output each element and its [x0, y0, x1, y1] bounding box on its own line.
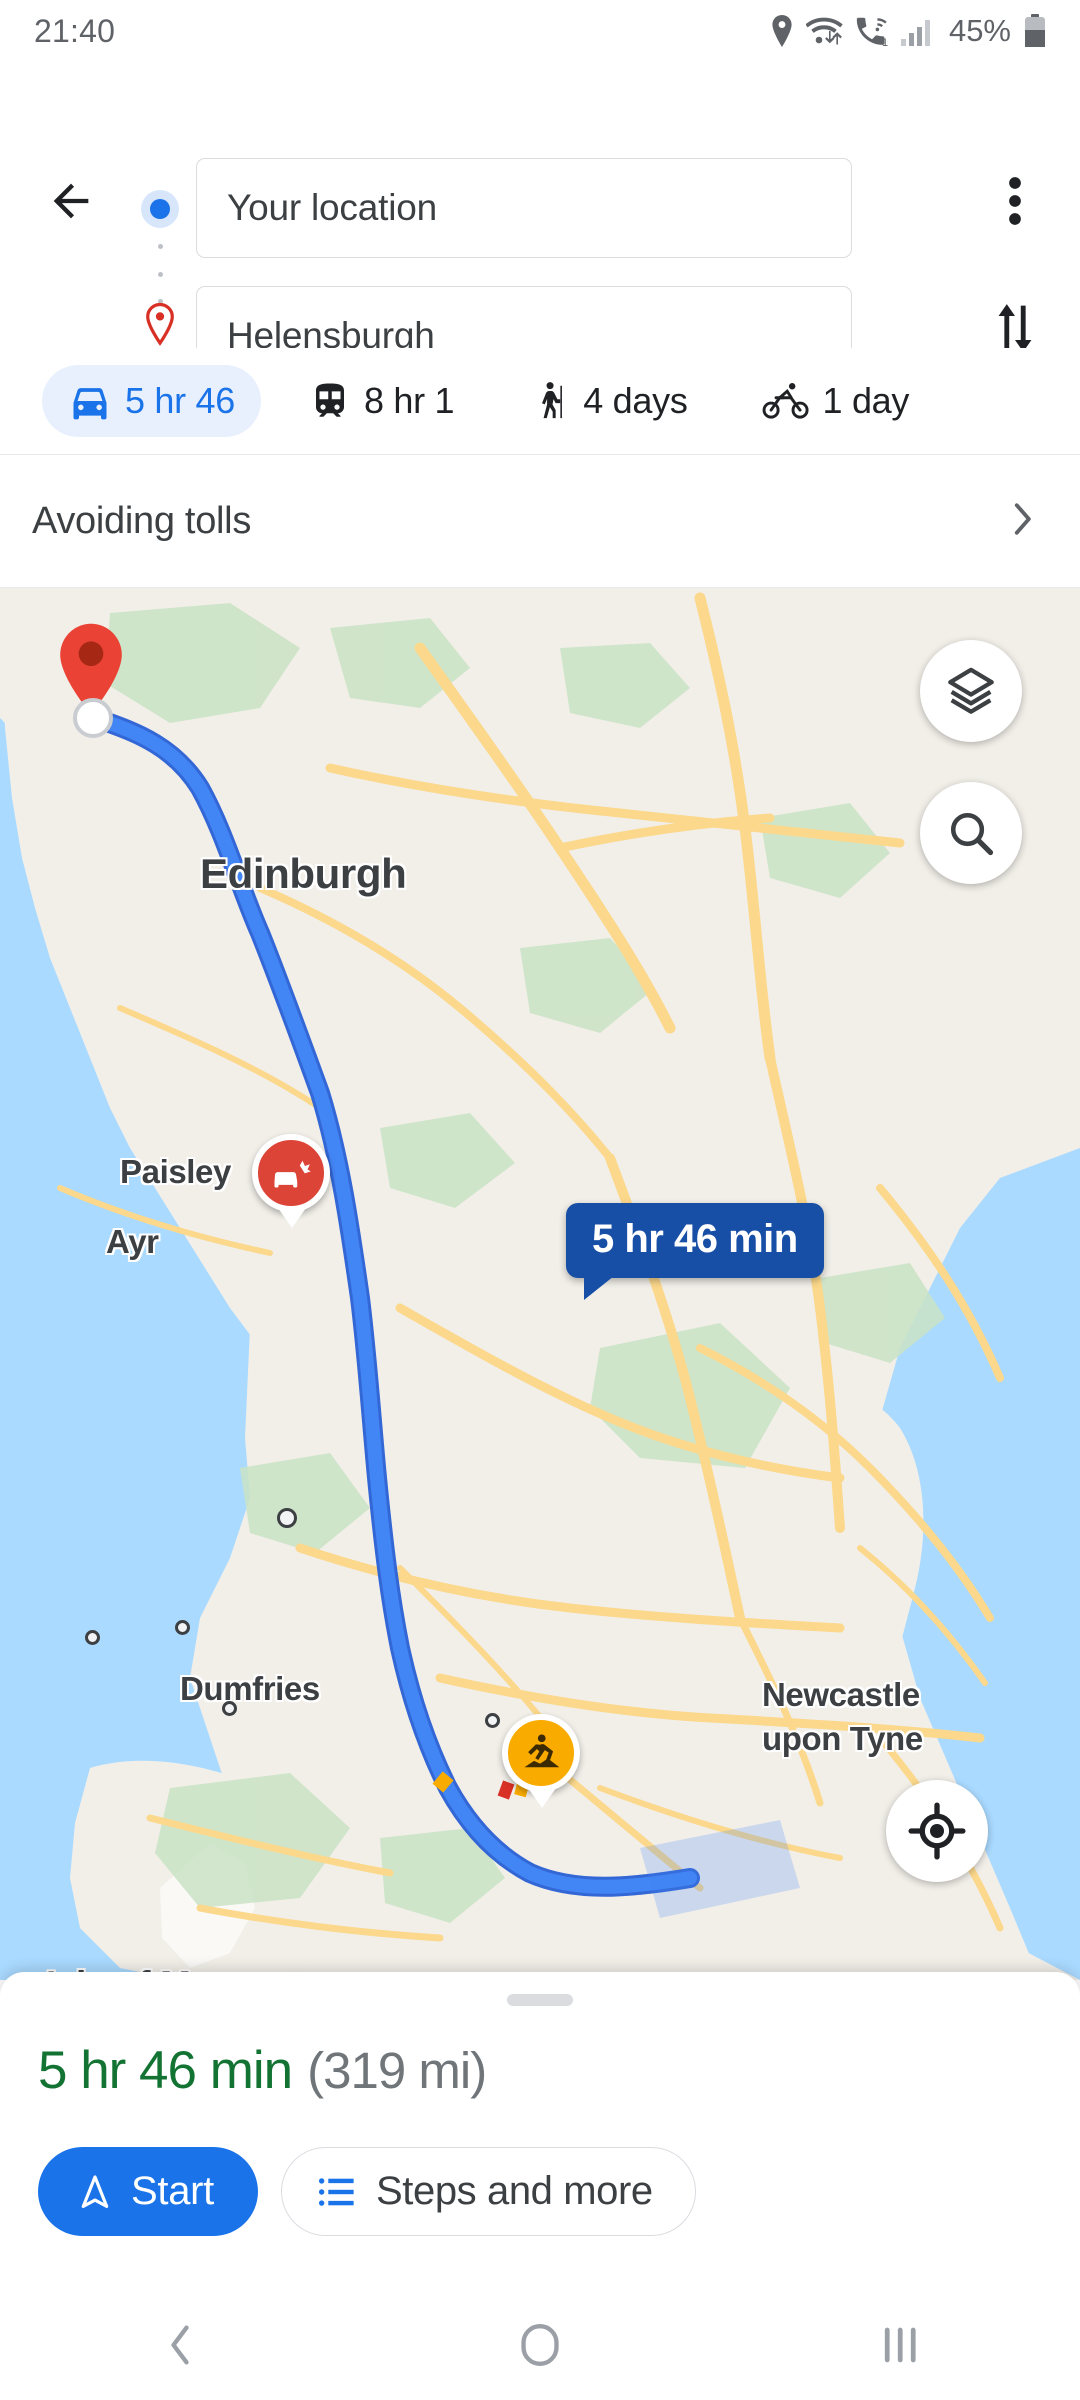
city-dot-edinburgh — [277, 1508, 297, 1528]
origin-dot-icon — [141, 190, 179, 228]
train-icon — [315, 383, 344, 417]
route-actions: Start Steps and more — [38, 2147, 696, 2236]
battery-percent-label: 45% — [948, 13, 1011, 48]
map-marker-crash[interactable] — [252, 1134, 330, 1228]
location-icon — [769, 15, 795, 47]
nav-recents-key[interactable] — [720, 2290, 1080, 2400]
origin-value: Your location — [227, 187, 437, 228]
start-navigation-button[interactable]: Start — [38, 2147, 258, 2236]
layers-icon — [948, 667, 994, 714]
wifi-icon — [805, 15, 844, 47]
travel-mode-transit-label: 8 hr 1 — [363, 380, 455, 421]
route-options-row[interactable]: Avoiding tolls — [0, 454, 1080, 588]
travel-mode-cycling[interactable]: 1 day — [736, 366, 936, 436]
home-icon — [521, 2323, 559, 2367]
vowifi-call-icon: 1 — [855, 15, 889, 47]
city-dot-newcastle — [485, 1713, 500, 1728]
car-crash-icon — [274, 1160, 311, 1188]
steps-and-more-button[interactable]: Steps and more — [280, 2147, 696, 2236]
navigation-arrow-icon — [81, 2174, 109, 2208]
layers-button[interactable] — [920, 640, 1022, 742]
travel-mode-driving[interactable]: 5 hr 46 — [42, 365, 261, 437]
svg-text:1: 1 — [882, 37, 888, 47]
battery-icon — [1024, 14, 1046, 48]
status-bar: 21:40 1 45% — [0, 0, 1080, 62]
city-dot-dumfries — [222, 1701, 237, 1716]
map-marker-roadworks[interactable] — [502, 1714, 580, 1808]
sheet-drag-handle[interactable] — [507, 1994, 573, 2006]
route-summary: 5 hr 46 min (319 mi) — [38, 2040, 487, 2101]
android-nav-bar — [0, 2290, 1080, 2400]
overflow-menu-button[interactable] — [984, 170, 1046, 232]
travel-mode-walking-label: 4 days — [583, 380, 688, 421]
route-distance-label: (319 mi) — [307, 2042, 487, 2099]
travel-mode-walking[interactable]: 4 days — [502, 365, 713, 437]
map-origin-circle-icon[interactable] — [73, 698, 113, 738]
my-location-icon — [908, 1802, 966, 1860]
more-vert-icon — [1009, 177, 1021, 225]
route-options-label: Avoiding tolls — [32, 499, 252, 542]
search-icon — [950, 812, 994, 856]
route-dot-connector — [158, 244, 163, 304]
chevron-right-icon — [1006, 497, 1040, 546]
bicycle-icon — [762, 383, 809, 419]
nav-back-key[interactable] — [0, 2290, 360, 2400]
car-icon — [73, 388, 107, 420]
travel-mode-tabs: 5 hr 46 8 hr 1 4 days 1 day — [0, 348, 1080, 454]
status-bar-icons: 1 45% — [769, 13, 1046, 49]
back-arrow-icon — [53, 183, 89, 219]
city-dot-paisley — [175, 1620, 190, 1635]
recents-icon — [884, 2327, 916, 2363]
nav-home-key[interactable] — [360, 2290, 720, 2400]
route-duration-label: 5 hr 46 min — [38, 2041, 293, 2100]
search-map-button[interactable] — [920, 782, 1022, 884]
route-summary-sheet: 5 hr 46 min (319 mi) Start Steps and mor… — [0, 1972, 1080, 2290]
travel-mode-driving-label: 5 hr 46 — [125, 380, 235, 421]
origin-input[interactable]: Your location — [196, 158, 852, 258]
list-icon — [318, 2177, 354, 2206]
route-duration-callout[interactable]: 5 hr 46 min — [566, 1203, 824, 1300]
city-dot-ayr — [85, 1630, 100, 1645]
my-location-button[interactable] — [886, 1780, 988, 1882]
map-canvas[interactable]: Edinburgh Paisley Ayr Dumfries Newcastle… — [0, 588, 1080, 1980]
start-navigation-label: Start — [131, 2169, 214, 2213]
google-maps-directions-screen: 21:40 1 45% Your location Helensburgh 5 … — [0, 0, 1080, 2400]
steps-and-more-label: Steps and more — [375, 2169, 653, 2213]
roadworks-icon — [524, 1734, 560, 1768]
back-key-icon — [171, 2325, 189, 2365]
directions-header: Your location Helensburgh — [0, 62, 1080, 386]
destination-pin-icon — [140, 302, 180, 348]
travel-mode-transit[interactable]: 8 hr 1 — [283, 366, 480, 436]
signal-bars-icon — [900, 15, 932, 47]
walking-icon — [542, 382, 563, 419]
route-duration-callout-label: 5 hr 46 min — [592, 1217, 798, 1261]
travel-mode-cycling-label: 1 day — [822, 380, 910, 421]
back-button[interactable] — [40, 170, 102, 232]
status-bar-clock: 21:40 — [34, 12, 116, 49]
